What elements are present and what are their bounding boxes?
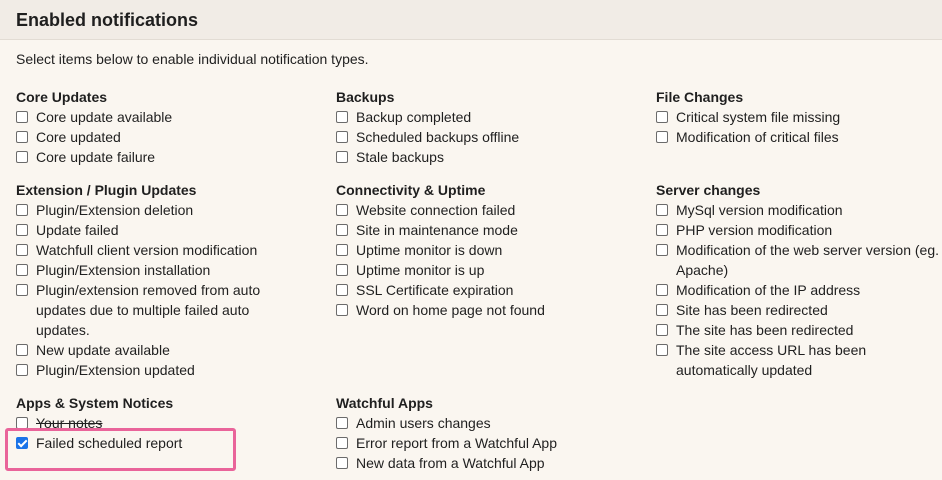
checkbox-site-in-maintenance-mode[interactable]: Site in maintenance mode bbox=[336, 220, 636, 240]
highlight-box bbox=[5, 428, 236, 471]
group-title-extension-plugin-updates: Extension / Plugin Updates bbox=[16, 182, 197, 198]
checkbox-box[interactable] bbox=[336, 304, 348, 316]
group-title-file-changes: File Changes bbox=[656, 89, 744, 105]
group-watchful-apps: Watchful Apps Admin users changes Error … bbox=[336, 393, 636, 473]
checkbox-box[interactable] bbox=[656, 204, 668, 216]
checkbox-new-update-available[interactable]: New update available bbox=[16, 340, 316, 360]
checkbox-modification-critical-files[interactable]: Modification of critical files bbox=[656, 127, 942, 147]
group-server-changes: Server changes MySql version modificatio… bbox=[656, 180, 942, 380]
checkbox-box[interactable] bbox=[336, 437, 348, 449]
checkbox-box[interactable] bbox=[16, 204, 28, 216]
checkbox-box[interactable] bbox=[656, 284, 668, 296]
checkbox-box[interactable] bbox=[16, 224, 28, 236]
group-title-connectivity-uptime: Connectivity & Uptime bbox=[336, 182, 486, 198]
checkbox-site-has-been-redirected[interactable]: Site has been redirected bbox=[656, 300, 942, 320]
checkbox-box[interactable] bbox=[336, 457, 348, 469]
checkbox-backup-completed[interactable]: Backup completed bbox=[336, 107, 636, 127]
checkbox-uptime-monitor-up[interactable]: Uptime monitor is up bbox=[336, 260, 636, 280]
checkbox-box[interactable] bbox=[16, 364, 28, 376]
checkbox-box[interactable] bbox=[336, 111, 348, 123]
panel-intro: Select items below to enable individual … bbox=[16, 51, 369, 67]
checkbox-mysql-version-modification[interactable]: MySql version modification bbox=[656, 200, 942, 220]
checkbox-box[interactable] bbox=[656, 324, 668, 336]
checkbox-box[interactable] bbox=[336, 417, 348, 429]
group-title-core-updates: Core Updates bbox=[16, 89, 108, 105]
checkbox-uptime-monitor-down[interactable]: Uptime monitor is down bbox=[336, 240, 636, 260]
group-title-watchful-apps: Watchful Apps bbox=[336, 395, 433, 411]
checkbox-plugin-removed-from-auto-updates[interactable]: Plugin/extension removed from auto updat… bbox=[16, 280, 296, 340]
panel-title: Enabled notifications bbox=[16, 10, 199, 30]
group-title-apps-system-notices: Apps & System Notices bbox=[16, 395, 174, 411]
checkbox-box[interactable] bbox=[336, 244, 348, 256]
checkbox-core-update-failure[interactable]: Core update failure bbox=[16, 147, 316, 167]
group-core-updates: Core Updates Core update available Core … bbox=[16, 87, 316, 167]
checkbox-the-site-has-been-redirected[interactable]: The site has been redirected bbox=[656, 320, 942, 340]
checkbox-website-connection-failed[interactable]: Website connection failed bbox=[336, 200, 636, 220]
group-title-backups: Backups bbox=[336, 89, 395, 105]
checkbox-box[interactable] bbox=[16, 131, 28, 143]
checkbox-box[interactable] bbox=[16, 264, 28, 276]
checkbox-box[interactable] bbox=[336, 264, 348, 276]
checkbox-box[interactable] bbox=[336, 284, 348, 296]
checkbox-box[interactable] bbox=[336, 204, 348, 216]
checkbox-site-access-url-updated[interactable]: The site access URL has been automatical… bbox=[656, 340, 876, 380]
checkbox-box[interactable] bbox=[16, 244, 28, 256]
checkbox-box[interactable] bbox=[656, 244, 668, 256]
group-extension-plugin-updates: Extension / Plugin Updates Plugin/Extens… bbox=[16, 180, 316, 380]
checkbox-core-update-available[interactable]: Core update available bbox=[16, 107, 316, 127]
checkbox-box[interactable] bbox=[16, 284, 28, 296]
checkbox-box[interactable] bbox=[336, 224, 348, 236]
checkbox-web-server-version-modification[interactable]: Modification of the web server version (… bbox=[656, 240, 942, 280]
checkbox-stale-backups[interactable]: Stale backups bbox=[336, 147, 636, 167]
checkbox-scheduled-backups-offline[interactable]: Scheduled backups offline bbox=[336, 127, 636, 147]
checkbox-update-failed[interactable]: Update failed bbox=[16, 220, 316, 240]
checkbox-box[interactable] bbox=[16, 151, 28, 163]
panel-header: Enabled notifications bbox=[0, 0, 942, 40]
checkbox-plugin-extension-installation[interactable]: Plugin/Extension installation bbox=[16, 260, 316, 280]
group-connectivity-uptime: Connectivity & Uptime Website connection… bbox=[336, 180, 636, 320]
checkbox-client-version-modification[interactable]: Watchfull client version modification bbox=[16, 240, 316, 260]
checkbox-admin-users-changes[interactable]: Admin users changes bbox=[336, 413, 636, 433]
group-title-server-changes: Server changes bbox=[656, 182, 761, 198]
checkbox-plugin-extension-updated[interactable]: Plugin/Extension updated bbox=[16, 360, 316, 380]
checkbox-box[interactable] bbox=[16, 344, 28, 356]
checkbox-core-updated[interactable]: Core updated bbox=[16, 127, 316, 147]
group-backups: Backups Backup completed Scheduled backu… bbox=[336, 87, 636, 167]
checkbox-box[interactable] bbox=[656, 131, 668, 143]
checkbox-box[interactable] bbox=[336, 151, 348, 163]
checkbox-box[interactable] bbox=[16, 111, 28, 123]
checkbox-php-version-modification[interactable]: PHP version modification bbox=[656, 220, 942, 240]
checkbox-ip-address-modification[interactable]: Modification of the IP address bbox=[656, 280, 942, 300]
checkbox-critical-system-file-missing[interactable]: Critical system file missing bbox=[656, 107, 942, 127]
group-file-changes: File Changes Critical system file missin… bbox=[656, 87, 942, 147]
checkbox-word-on-home-page-not-found[interactable]: Word on home page not found bbox=[336, 300, 636, 320]
checkbox-box[interactable] bbox=[336, 131, 348, 143]
checkbox-ssl-certificate-expiration[interactable]: SSL Certificate expiration bbox=[336, 280, 636, 300]
checkbox-error-report-watchful-app[interactable]: Error report from a Watchful App bbox=[336, 433, 636, 453]
checkbox-box[interactable] bbox=[656, 304, 668, 316]
checkbox-box[interactable] bbox=[656, 344, 668, 356]
checkbox-plugin-extension-deletion[interactable]: Plugin/Extension deletion bbox=[16, 200, 316, 220]
checkbox-box[interactable] bbox=[656, 224, 668, 236]
checkbox-box[interactable] bbox=[656, 111, 668, 123]
checkbox-new-data-watchful-app[interactable]: New data from a Watchful App bbox=[336, 453, 636, 473]
